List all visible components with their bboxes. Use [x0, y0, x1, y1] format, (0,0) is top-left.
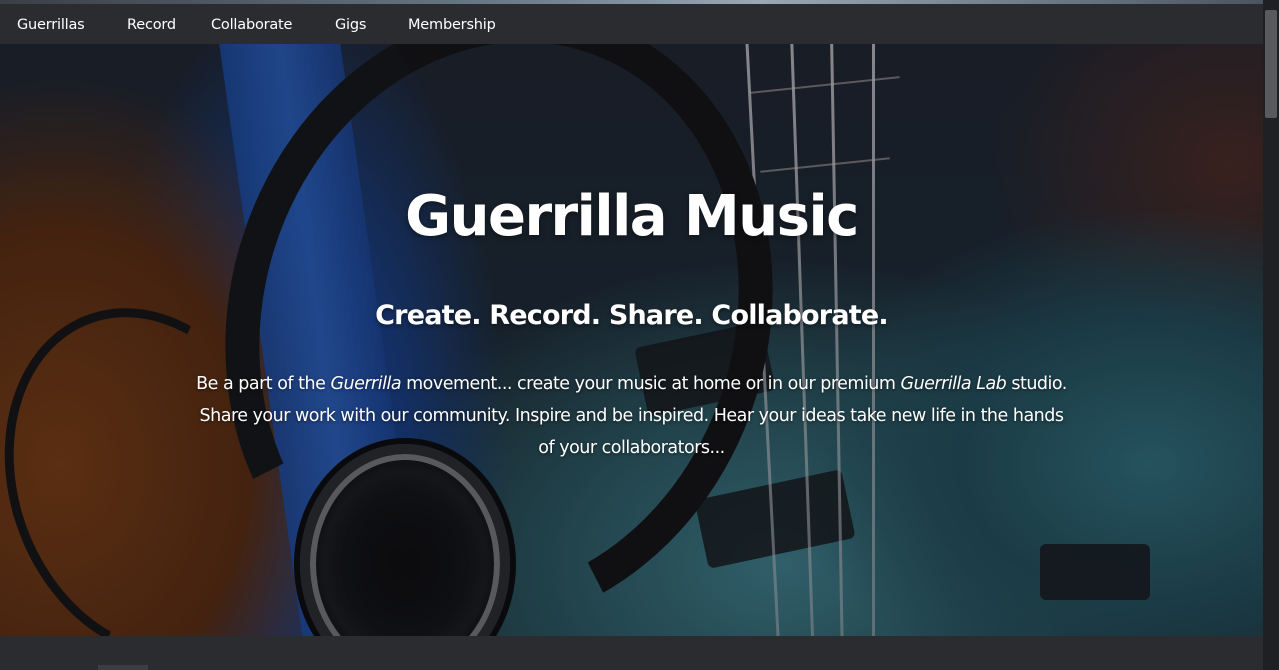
hero-title: Guerrilla Music	[405, 184, 859, 249]
hero-description: Be a part of the Guerrilla movement... c…	[190, 368, 1073, 464]
footer-tab	[98, 665, 148, 670]
nav-item-collaborate[interactable]: Collaborate	[211, 17, 292, 33]
main-navbar: Guerrillas Record Collaborate Gigs Membe…	[0, 4, 1263, 44]
nav-item-record[interactable]: Record	[127, 17, 176, 33]
hero-text-emphasis: Guerrilla Lab	[900, 374, 1007, 394]
scrollbar-thumb[interactable]	[1265, 10, 1277, 118]
vertical-scrollbar[interactable]	[1263, 0, 1279, 670]
page: Guerrillas Record Collaborate Gigs Membe…	[0, 0, 1279, 670]
hero-overlay	[0, 44, 1263, 636]
nav-item-gigs[interactable]: Gigs	[335, 17, 366, 33]
hero-text-emphasis: Guerrilla	[330, 374, 402, 394]
hero-subtitle: Create. Record. Share. Collaborate.	[375, 300, 888, 331]
nav-item-guerrillas[interactable]: Guerrillas	[17, 17, 85, 33]
page-footer-bar	[0, 636, 1263, 670]
nav-item-membership[interactable]: Membership	[408, 17, 496, 33]
hero-section: Guerrilla Music Create. Record. Share. C…	[0, 44, 1263, 636]
hero-text-part: movement... create your music at home or…	[401, 374, 901, 394]
hero-text-part: Be a part of the	[196, 374, 331, 394]
